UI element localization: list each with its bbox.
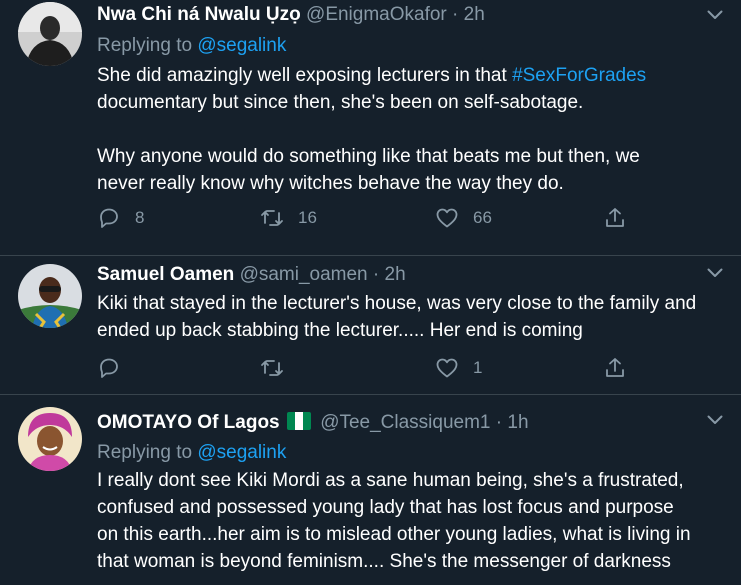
- author-handle[interactable]: @Tee_Classiquem1: [320, 412, 490, 433]
- like-count: 66: [473, 208, 492, 227]
- chevron-down-icon[interactable]: [707, 268, 723, 278]
- tweet-text: I really dont see Kiki Mordi as a sane h…: [97, 467, 725, 575]
- reply-icon: [100, 358, 118, 378]
- tweet-line: I really dont see Kiki Mordi as a sane h…: [97, 470, 684, 491]
- retweet-icon: [261, 360, 283, 376]
- tweet-line: Kiki that stayed in the lecturer's house…: [97, 293, 697, 314]
- share-button[interactable]: [603, 356, 627, 380]
- reply-button[interactable]: 8: [97, 206, 144, 230]
- tweet-line: Why anyone would do something like that …: [97, 146, 640, 167]
- tweet-header: OMOTAYO Of Lagos @Tee_Classiquem1 · 1h: [97, 411, 701, 435]
- replying-to: Replying to @segalink: [97, 441, 286, 465]
- chevron-down-icon[interactable]: [707, 10, 723, 20]
- tweet-line: never really know why witches behave the…: [97, 173, 564, 194]
- tweet-line: documentary but since then, she's been o…: [97, 92, 584, 113]
- retweet-count: 16: [298, 208, 317, 227]
- like-count: 1: [473, 358, 483, 377]
- retweet-button[interactable]: [260, 356, 284, 380]
- separator-dot: ·: [372, 264, 380, 285]
- tweet-line-text: She did amazingly well exposing lecturer…: [97, 65, 507, 86]
- tweet[interactable]: Nwa Chi ná Nwalu Ụzọ @EnigmaOkafor · 2h …: [0, 0, 741, 255]
- share-icon: [606, 208, 624, 227]
- nigeria-flag-icon: [286, 412, 311, 430]
- reply-icon: [100, 208, 118, 228]
- replying-prefix: Replying to: [97, 35, 193, 56]
- timestamp[interactable]: 2h: [385, 264, 406, 285]
- like-button[interactable]: 1: [435, 356, 482, 380]
- reply-button[interactable]: [97, 356, 121, 380]
- heart-icon: [436, 208, 458, 228]
- timestamp[interactable]: 2h: [464, 4, 485, 25]
- author-handle[interactable]: @sami_oamen: [240, 264, 368, 285]
- tweet-header: Nwa Chi ná Nwalu Ụzọ @EnigmaOkafor · 2h: [97, 3, 701, 27]
- retweet-icon: [261, 210, 283, 226]
- avatar[interactable]: [18, 407, 82, 471]
- share-button[interactable]: [603, 206, 627, 230]
- tweet[interactable]: OMOTAYO Of Lagos @Tee_Classiquem1 · 1h R…: [0, 394, 741, 585]
- tweet-header: Samuel Oamen @sami_oamen · 2h: [97, 263, 701, 287]
- avatar[interactable]: [18, 264, 82, 328]
- separator-dot: ·: [495, 412, 503, 433]
- tweet-line: confused and possessed young lady that h…: [97, 497, 674, 518]
- replying-handle-link[interactable]: @segalink: [197, 35, 286, 56]
- tweet-text: Kiki that stayed in the lecturer's house…: [97, 290, 725, 344]
- like-button[interactable]: 66: [435, 206, 492, 230]
- tweet-actions: 1: [97, 356, 637, 380]
- retweet-button[interactable]: 16: [260, 206, 317, 230]
- tweet-line: that woman is beyond feminism.... She's …: [97, 551, 671, 572]
- replying-to: Replying to @segalink: [97, 34, 286, 58]
- separator-dot: ·: [452, 4, 459, 25]
- author-name[interactable]: OMOTAYO Of Lagos: [97, 412, 280, 433]
- avatar[interactable]: [18, 2, 82, 66]
- timestamp[interactable]: 1h: [507, 412, 528, 433]
- tweet-actions: 8 16 66: [97, 206, 637, 230]
- tweet-line: ended up back stabbing the lecturer.....…: [97, 320, 583, 341]
- heart-icon: [436, 358, 458, 378]
- hashtag-link[interactable]: #SexForGrades: [512, 65, 646, 86]
- tweet-line: She did amazingly well exposing lecturer…: [97, 62, 725, 89]
- chevron-down-icon[interactable]: [707, 415, 723, 425]
- author-name[interactable]: Samuel Oamen: [97, 264, 234, 285]
- share-icon: [606, 358, 624, 377]
- tweet[interactable]: Samuel Oamen @sami_oamen · 2h Kiki that …: [0, 255, 741, 394]
- reply-count: 8: [135, 208, 145, 227]
- replying-prefix: Replying to: [97, 442, 193, 463]
- tweet-line: on this earth...her aim is to mislead ot…: [97, 524, 691, 545]
- author-handle[interactable]: @EnigmaOkafor: [306, 4, 447, 25]
- tweet-text: She did amazingly well exposing lecturer…: [97, 62, 725, 197]
- replying-handle-link[interactable]: @segalink: [197, 442, 286, 463]
- author-name[interactable]: Nwa Chi ná Nwalu Ụzọ: [97, 4, 301, 25]
